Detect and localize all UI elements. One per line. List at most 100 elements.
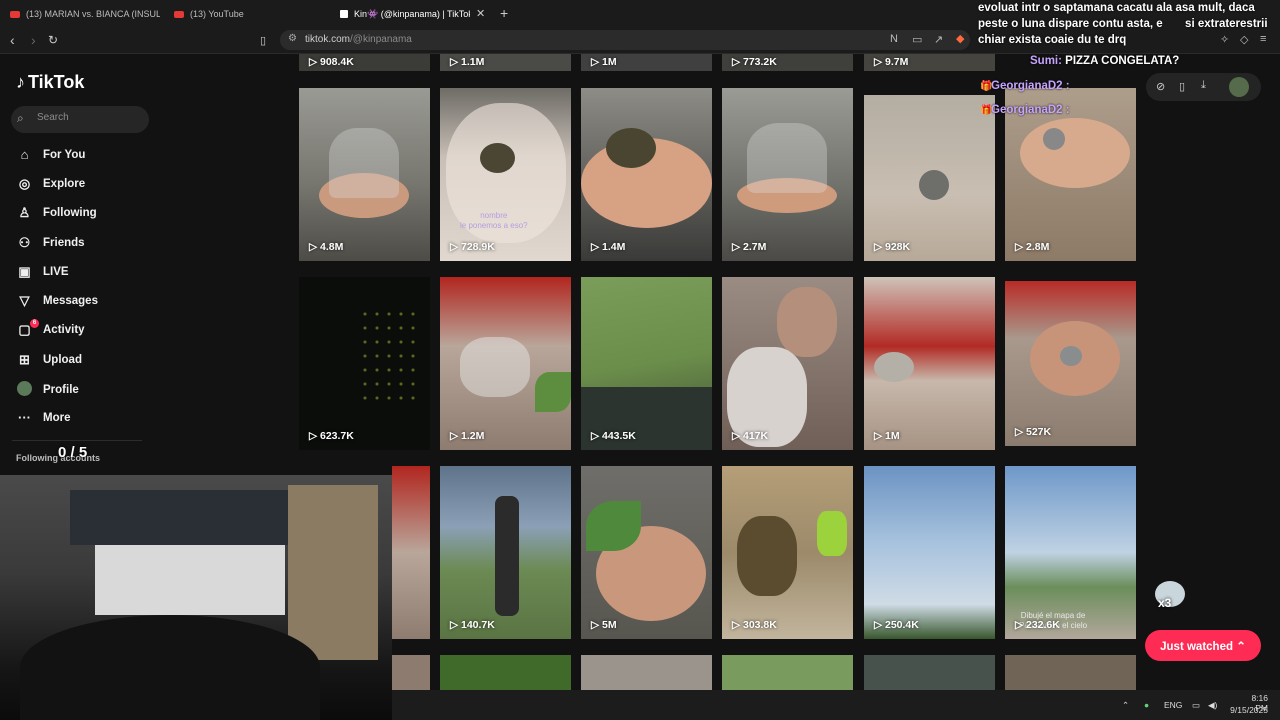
video-thumbnail[interactable]: Dibujé el mapa de Panamá en el cielo ▷ 2… bbox=[1005, 466, 1136, 639]
url-text: tiktok.com/@kinpanama bbox=[305, 34, 412, 45]
video-thumbnail[interactable]: ▷ 443.5K bbox=[581, 277, 712, 450]
sidebar-item-messages[interactable]: ▽ Messages bbox=[16, 293, 98, 309]
new-tab-icon[interactable]: + bbox=[500, 5, 508, 21]
leaf-shape bbox=[535, 372, 571, 412]
video-thumbnail[interactable]: ▷ 5M bbox=[581, 466, 712, 639]
fireflies-shape bbox=[359, 307, 419, 407]
stream-chat-message: evoluat intr o saptamana cacatu ala asa … bbox=[978, 2, 1268, 46]
sidebar-item-label: Profile bbox=[43, 384, 79, 396]
view-count-text: 250.4K bbox=[885, 619, 919, 631]
activity-icon: ▢ 6 bbox=[16, 319, 39, 338]
sidebar-item-label: Following bbox=[43, 207, 97, 219]
view-count: ▷ 303.8K bbox=[732, 619, 777, 631]
video-thumbnail[interactable] bbox=[392, 655, 430, 690]
download-icon[interactable]: ⤓ bbox=[1201, 79, 1206, 92]
bookmark-icon[interactable]: ▯ bbox=[260, 34, 266, 47]
language-indicator[interactable]: ENG bbox=[1164, 700, 1182, 710]
sidebar-item-upload[interactable]: ⊞ Upload bbox=[16, 352, 82, 368]
tab-title: (13) YouTube bbox=[190, 9, 244, 19]
view-count-text: 303.8K bbox=[743, 619, 777, 631]
search-input[interactable] bbox=[37, 112, 137, 123]
volume-icon[interactable]: ◀) bbox=[1208, 700, 1217, 711]
video-thumbnail[interactable] bbox=[392, 466, 430, 639]
sidebar-item-more[interactable]: ··· More bbox=[16, 410, 70, 425]
person-shape bbox=[495, 496, 519, 616]
brave-shield-icon[interactable]: ◆ bbox=[956, 32, 964, 45]
chat-username: GeorgianaD2 bbox=[991, 104, 1063, 116]
microphone-icon[interactable]: ● bbox=[1144, 700, 1149, 710]
cast-icon[interactable]: ▭ bbox=[912, 33, 922, 46]
view-count-text: 773.2K bbox=[743, 56, 777, 68]
view-count-text: 623.7K bbox=[320, 430, 354, 442]
mascot-count: x3 bbox=[1158, 596, 1172, 610]
view-count-text: 2.8M bbox=[1026, 241, 1050, 253]
video-thumbnail[interactable]: ▷ 1.4M bbox=[581, 88, 712, 261]
tiktok-logo[interactable]: ♪ TikTok bbox=[16, 72, 84, 93]
reload-icon[interactable]: ↻ bbox=[48, 33, 58, 47]
glass-jar-shape bbox=[460, 337, 530, 397]
video-thumbnail[interactable]: ▷ 250.4K bbox=[864, 466, 995, 639]
video-thumbnail[interactable] bbox=[864, 655, 995, 690]
video-thumbnail[interactable]: ▷ 417K bbox=[722, 277, 853, 450]
video-thumbnail[interactable]: ▷ 1M bbox=[864, 277, 995, 450]
video-thumbnail[interactable]: ▷ 527K bbox=[1005, 281, 1136, 446]
plate-shape bbox=[1020, 118, 1130, 188]
view-count-text: 9.7M bbox=[885, 56, 909, 68]
chevron-up-icon[interactable]: ⌃ bbox=[1122, 700, 1129, 711]
video-thumbnail[interactable]: ▷ 908.4K bbox=[299, 54, 430, 71]
video-thumbnail[interactable]: ▷ 773.2K bbox=[722, 54, 853, 71]
phone-icon[interactable]: ▯ bbox=[1179, 80, 1185, 93]
compass-icon: ◎ bbox=[18, 176, 31, 191]
video-thumbnail[interactable]: ▷ 1M bbox=[581, 54, 712, 71]
video-thumbnail[interactable] bbox=[440, 655, 571, 690]
video-thumbnail[interactable]: ▷ 928K bbox=[864, 95, 995, 261]
sidebar-item-profile[interactable]: Profile bbox=[16, 381, 79, 399]
video-thumbnail[interactable]: ▷ 4.8M bbox=[299, 88, 430, 261]
view-count: ▷ 2.7M bbox=[732, 241, 767, 253]
view-count: ▷ 1.4M bbox=[591, 241, 626, 253]
sidebar-item-following[interactable]: ♙ Following bbox=[16, 205, 97, 221]
sidebar-item-activity[interactable]: ▢ 6 Activity bbox=[16, 319, 85, 338]
sidebar-item-live[interactable]: ▣ LIVE bbox=[16, 264, 68, 280]
tab-tiktok[interactable]: Kin👾 (@kinpanama) | TikTok bbox=[340, 4, 470, 24]
video-thumbnail[interactable]: ▷ 140.7K bbox=[440, 466, 571, 639]
stream-mascot: x3 bbox=[1150, 578, 1190, 616]
tab-marian[interactable]: (13) MARIAN vs. BIANCA (INSULA IU bbox=[10, 4, 160, 24]
clock-date[interactable]: 9/15/2025 bbox=[1230, 705, 1268, 715]
address-bar[interactable]: ⚙ tiktok.com/@kinpanama N ▭ ↗ ◆ bbox=[280, 30, 970, 50]
home-icon: ⌂ bbox=[20, 147, 29, 162]
close-tab-icon[interactable]: ✕ bbox=[476, 7, 485, 20]
search-box[interactable]: ⌕ bbox=[11, 106, 149, 133]
video-thumbnail[interactable] bbox=[581, 655, 712, 690]
video-thumbnail[interactable]: ▷ 9.7M bbox=[864, 54, 995, 71]
glass-dome-shape bbox=[329, 128, 399, 198]
tab-youtube[interactable]: (13) YouTube bbox=[174, 4, 324, 24]
back-icon[interactable]: ‹ bbox=[10, 32, 15, 48]
sidebar-item-for-you[interactable]: ⌂ For You bbox=[16, 147, 86, 162]
video-thumbnail[interactable]: ▷ 2.7M bbox=[722, 88, 853, 261]
share-icon[interactable]: ↗ bbox=[934, 33, 943, 46]
avatar[interactable] bbox=[1229, 77, 1249, 97]
site-info-icon[interactable]: ⚙ bbox=[288, 33, 297, 44]
compass-icon[interactable]: ⊘ bbox=[1156, 80, 1165, 93]
view-count: ▷ 1.2M bbox=[450, 430, 485, 442]
video-thumbnail[interactable]: ▷ 1.2M bbox=[440, 277, 571, 450]
reader-icon[interactable]: N bbox=[890, 33, 898, 45]
display-icon[interactable]: ▭ bbox=[1192, 700, 1200, 711]
view-count-text: 1M bbox=[602, 56, 617, 68]
just-watched-button[interactable]: Just watched ⌃ bbox=[1145, 630, 1261, 661]
video-thumbnail[interactable]: nombre le ponemos a eso? ▷ 728.9K bbox=[440, 88, 571, 261]
sidebar-item-explore[interactable]: ◎ Explore bbox=[16, 176, 85, 192]
video-thumbnail[interactable]: ▷ 623.7K bbox=[299, 277, 430, 450]
video-thumbnail[interactable] bbox=[722, 655, 853, 690]
forward-icon[interactable]: › bbox=[31, 32, 36, 48]
sidebar-item-label: Activity bbox=[43, 324, 85, 336]
sidebar-item-friends[interactable]: ⚇ Friends bbox=[16, 235, 85, 251]
view-count: ▷ 1.1M bbox=[450, 56, 485, 68]
chat-line: Sumi: PIZZA CONGELATA? bbox=[1030, 55, 1180, 67]
profile-icon bbox=[16, 381, 33, 399]
video-thumbnail[interactable] bbox=[1005, 655, 1136, 690]
video-thumbnail[interactable]: ▷ 303.8K bbox=[722, 466, 853, 639]
view-count: ▷ 4.8M bbox=[309, 241, 344, 253]
video-thumbnail[interactable]: ▷ 1.1M bbox=[440, 54, 571, 71]
